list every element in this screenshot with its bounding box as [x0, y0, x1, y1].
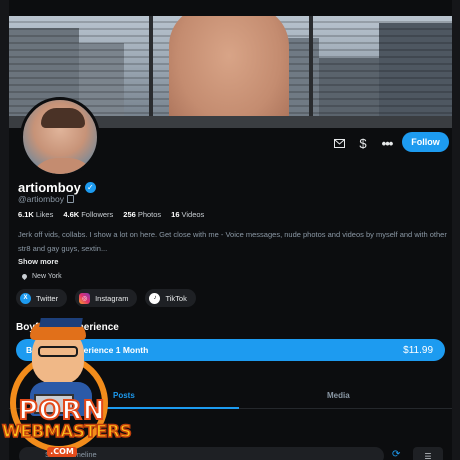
filter-icon: ☰ — [424, 451, 432, 460]
watermark-mascot-cap — [39, 318, 83, 327]
show-more-link[interactable]: Show more — [18, 257, 58, 266]
more-dots-icon: ••• — [381, 135, 394, 151]
banner-figure — [169, 16, 289, 128]
stat-likes: 6.1K Likes — [18, 210, 54, 219]
tiktok-icon: ♪ — [149, 292, 161, 304]
stat-followers[interactable]: 4.6K Followers — [63, 210, 113, 219]
watermark-line1: PORN — [18, 396, 106, 426]
window-frame — [309, 16, 313, 128]
window-frame — [149, 16, 153, 128]
display-name-row: artiomboy ✓ — [18, 180, 96, 195]
location: New York — [20, 272, 62, 281]
social-label: TikTok — [165, 293, 187, 303]
refresh-icon[interactable]: ⟳ — [392, 449, 400, 460]
display-name: artiomboy — [18, 180, 81, 195]
social-link-twitter[interactable]: X Twitter — [16, 289, 68, 307]
handle: @artiomboy — [18, 194, 64, 204]
bio-text: Jerk off vids, collabs. I show a lot on … — [18, 230, 447, 253]
watermark-line2: WEBMASTERS — [1, 422, 132, 442]
subscription-price: $11.99 — [403, 344, 433, 356]
social-links: X Twitter ◎ Instagram ♪ TikTok — [16, 289, 196, 307]
avatar-hair — [41, 108, 85, 128]
watermark-logo: PORN WEBMASTERS .COM — [0, 318, 132, 460]
location-pin-icon — [20, 272, 29, 281]
message-button[interactable] — [328, 132, 350, 154]
tab-media[interactable]: Media — [327, 391, 350, 400]
envelope-icon — [333, 138, 345, 148]
social-label: Instagram — [95, 293, 129, 303]
stat-videos[interactable]: 16 Videos — [171, 210, 204, 219]
profile-stats: 6.1K Likes 4.6K Followers 256 Photos 16 Vide… — [18, 210, 204, 219]
avatar-shoulders — [28, 158, 97, 174]
watermark-text: PORN WEBMASTERS .COM — [1, 396, 132, 457]
avatar[interactable] — [20, 97, 100, 177]
copy-icon[interactable] — [66, 195, 74, 203]
follow-button[interactable]: Follow — [402, 132, 449, 152]
watermark-mascot-glasses — [38, 346, 78, 357]
handle-row: @artiomboy — [18, 194, 74, 204]
instagram-icon: ◎ — [79, 292, 91, 304]
right-gutter — [452, 0, 460, 460]
profile-page: $ ••• Follow artiomboy ✓ @artiomboy 6.1K… — [0, 0, 460, 460]
more-button[interactable]: ••• — [376, 132, 398, 154]
filter-button[interactable]: ☰ — [413, 447, 443, 460]
stat-photos[interactable]: 256 Photos — [123, 210, 161, 219]
twitter-icon: X — [20, 292, 31, 304]
social-label: Twitter — [36, 293, 59, 303]
dollar-icon: $ — [359, 135, 367, 151]
watermark-line3: .COM — [47, 447, 77, 457]
verified-badge-icon: ✓ — [84, 182, 96, 193]
social-link-instagram[interactable]: ◎ Instagram — [75, 289, 138, 307]
location-text: New York — [32, 273, 62, 280]
social-link-tiktok[interactable]: ♪ TikTok — [145, 289, 196, 307]
tip-button[interactable]: $ — [352, 132, 374, 154]
